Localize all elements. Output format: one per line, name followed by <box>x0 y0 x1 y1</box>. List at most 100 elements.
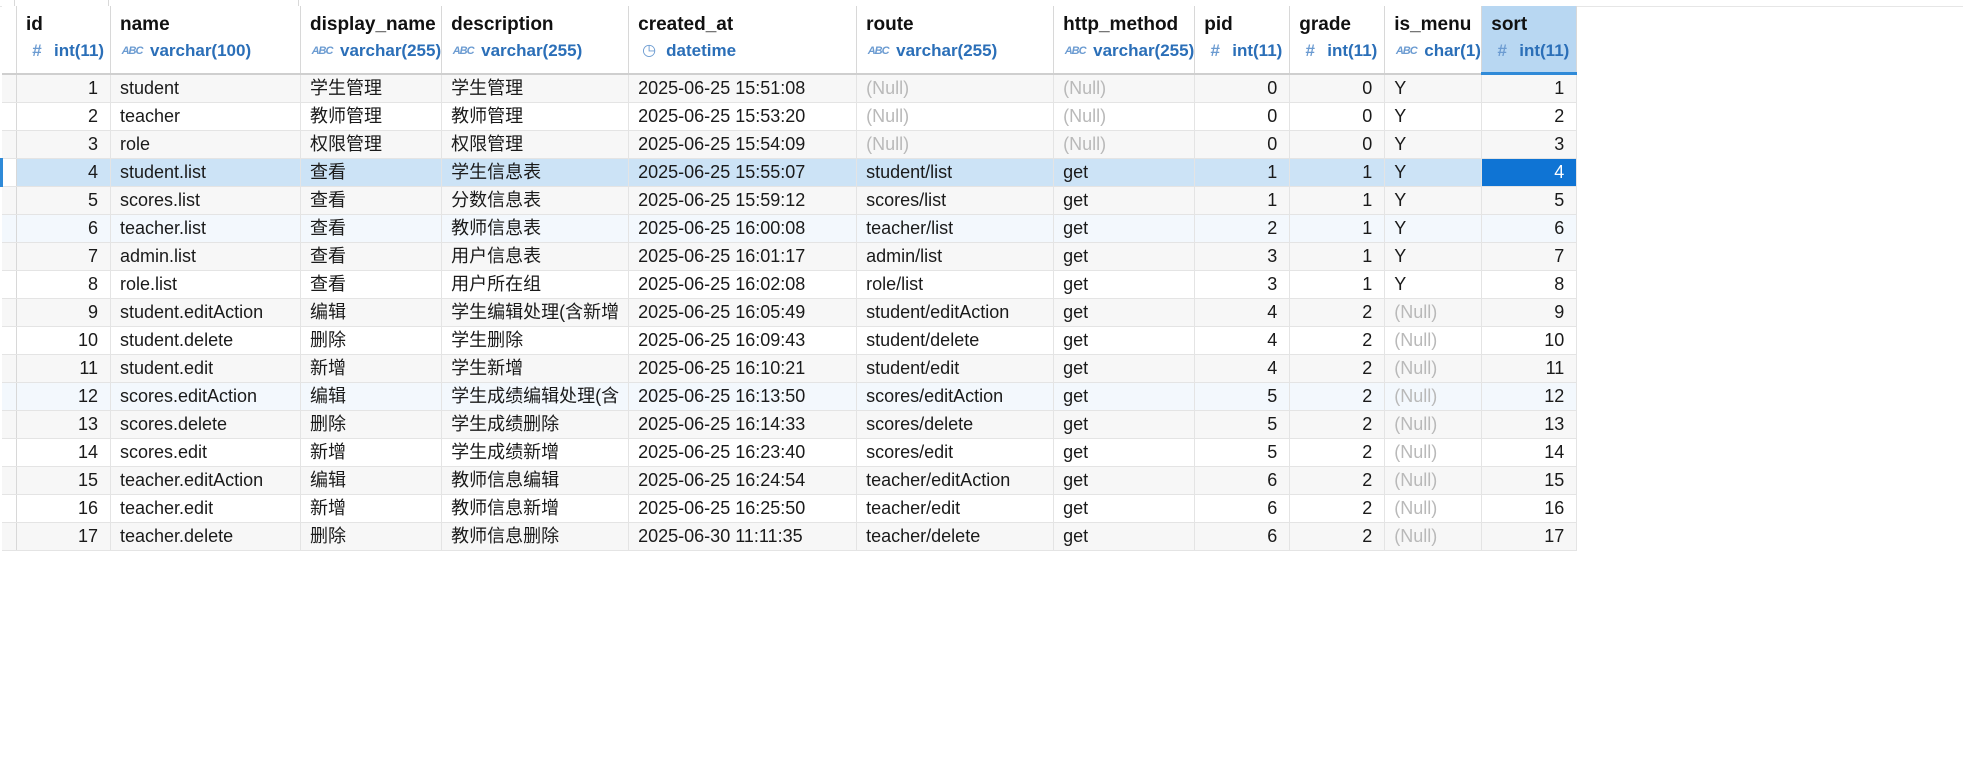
cell-id[interactable]: 4 <box>16 158 111 187</box>
cell-grade[interactable]: 2 <box>1289 466 1386 495</box>
column-header-grade[interactable]: grade # int(11) <box>1289 6 1386 75</box>
cell-http-method[interactable]: (Null) <box>1053 130 1196 159</box>
table-row[interactable]: 9 student.editAction 编辑 学生编辑处理(含新增 2025-06-2… <box>1 298 1578 327</box>
cell-route[interactable]: teacher/edit <box>856 494 1055 523</box>
cell-description[interactable]: 学生信息表 <box>441 158 630 187</box>
cell-http-method[interactable]: get <box>1053 214 1196 243</box>
cell-name[interactable]: scores.delete <box>110 410 301 439</box>
cell-http-method[interactable]: (Null) <box>1053 73 1196 103</box>
cell-pid[interactable]: 0 <box>1194 130 1291 159</box>
row-header[interactable] <box>1 102 17 131</box>
cell-created-at[interactable]: 2025-06-25 15:51:08 <box>628 73 858 103</box>
cell-display-name[interactable]: 查看 <box>300 186 443 215</box>
cell-grade[interactable]: 1 <box>1289 270 1386 299</box>
cell-id[interactable]: 15 <box>16 466 111 495</box>
row-header[interactable] <box>0 158 17 187</box>
cell-name[interactable]: student.edit <box>110 354 301 383</box>
table-row[interactable]: 2 teacher 教师管理 教师管理 2025-06-25 15:53:20 (Null… <box>1 102 1578 131</box>
table-row[interactable]: 4 student.list 查看 学生信息表 2025-06-25 15:55:07 s… <box>0 158 1578 187</box>
cell-created-at[interactable]: 2025-06-25 16:09:43 <box>628 326 858 355</box>
cell-created-at[interactable]: 2025-06-25 16:13:50 <box>628 382 858 411</box>
column-header-name[interactable]: name ABC varchar(100) <box>110 6 301 75</box>
cell-is-menu[interactable]: Y <box>1384 130 1483 159</box>
cell-id[interactable]: 2 <box>16 102 111 131</box>
cell-route[interactable]: student/delete <box>856 326 1055 355</box>
cell-pid[interactable]: 4 <box>1194 326 1291 355</box>
cell-sort[interactable]: 9 <box>1481 298 1578 327</box>
cell-name[interactable]: student <box>110 73 301 103</box>
cell-pid[interactable]: 6 <box>1194 522 1291 551</box>
cell-created-at[interactable]: 2025-06-25 15:54:09 <box>628 130 858 159</box>
cell-grade[interactable]: 2 <box>1289 326 1386 355</box>
cell-name[interactable]: scores.edit <box>110 438 301 467</box>
cell-is-menu[interactable]: (Null) <box>1384 466 1483 495</box>
cell-grade[interactable]: 2 <box>1289 298 1386 327</box>
cell-http-method[interactable]: get <box>1053 242 1196 271</box>
cell-route[interactable]: role/list <box>856 270 1055 299</box>
cell-id[interactable]: 10 <box>16 326 111 355</box>
row-header[interactable] <box>1 186 17 215</box>
cell-description[interactable]: 学生管理 <box>441 73 630 103</box>
cell-is-menu[interactable]: Y <box>1384 73 1483 103</box>
table-row[interactable]: 13 scores.delete 删除 学生成绩删除 2025-06-25 16:14:… <box>1 410 1578 439</box>
cell-display-name[interactable]: 学生管理 <box>300 73 443 103</box>
row-header[interactable] <box>1 438 17 467</box>
cell-display-name[interactable]: 删除 <box>300 410 443 439</box>
cell-id[interactable]: 17 <box>16 522 111 551</box>
cell-created-at[interactable]: 2025-06-30 11:11:35 <box>628 522 858 551</box>
column-header-id[interactable]: id # int(11) <box>16 6 111 75</box>
cell-name[interactable]: scores.list <box>110 186 301 215</box>
row-header[interactable] <box>1 382 17 411</box>
cell-name[interactable]: student.editAction <box>110 298 301 327</box>
cell-id[interactable]: 6 <box>16 214 111 243</box>
table-row[interactable]: 6 teacher.list 查看 教师信息表 2025-06-25 16:00:08 t… <box>1 214 1578 243</box>
cell-sort[interactable]: 13 <box>1481 410 1578 439</box>
cell-display-name[interactable]: 查看 <box>300 214 443 243</box>
cell-description[interactable]: 学生成绩编辑处理(含 <box>441 382 630 411</box>
cell-display-name[interactable]: 权限管理 <box>300 130 443 159</box>
cell-grade[interactable]: 2 <box>1289 382 1386 411</box>
cell-pid[interactable]: 5 <box>1194 438 1291 467</box>
cell-display-name[interactable]: 查看 <box>300 242 443 271</box>
cell-name[interactable]: student.delete <box>110 326 301 355</box>
cell-description[interactable]: 学生新增 <box>441 354 630 383</box>
cell-route[interactable]: scores/list <box>856 186 1055 215</box>
cell-is-menu[interactable]: (Null) <box>1384 438 1483 467</box>
cell-route[interactable]: (Null) <box>856 102 1055 131</box>
cell-sort[interactable]: 1 <box>1481 73 1578 103</box>
row-header-corner[interactable] <box>1 6 17 75</box>
cell-id[interactable]: 11 <box>16 354 111 383</box>
cell-grade[interactable]: 1 <box>1289 186 1386 215</box>
row-header[interactable] <box>1 522 17 551</box>
cell-is-menu[interactable]: (Null) <box>1384 298 1483 327</box>
cell-route[interactable]: student/editAction <box>856 298 1055 327</box>
cell-route[interactable]: student/list <box>856 158 1055 187</box>
row-header[interactable] <box>1 410 17 439</box>
cell-http-method[interactable]: get <box>1053 382 1196 411</box>
cell-is-menu[interactable]: (Null) <box>1384 494 1483 523</box>
cell-sort[interactable]: 4 <box>1481 158 1578 187</box>
row-header[interactable] <box>1 130 17 159</box>
cell-sort[interactable]: 3 <box>1481 130 1578 159</box>
cell-sort[interactable]: 8 <box>1481 270 1578 299</box>
cell-grade[interactable]: 2 <box>1289 438 1386 467</box>
column-header-created-at[interactable]: created_at ◷ datetime <box>628 6 858 75</box>
cell-display-name[interactable]: 查看 <box>300 158 443 187</box>
cell-created-at[interactable]: 2025-06-25 16:14:33 <box>628 410 858 439</box>
cell-http-method[interactable]: get <box>1053 522 1196 551</box>
cell-name[interactable]: teacher <box>110 102 301 131</box>
table-row[interactable]: 11 student.edit 新增 学生新增 2025-06-25 16:10:21 s… <box>1 354 1578 383</box>
cell-name[interactable]: teacher.delete <box>110 522 301 551</box>
cell-http-method[interactable]: get <box>1053 494 1196 523</box>
cell-sort[interactable]: 7 <box>1481 242 1578 271</box>
table-row[interactable]: 1 student 学生管理 学生管理 2025-06-25 15:51:08 (Null… <box>1 73 1578 103</box>
cell-pid[interactable]: 3 <box>1194 242 1291 271</box>
cell-display-name[interactable]: 删除 <box>300 326 443 355</box>
cell-display-name[interactable]: 新增 <box>300 354 443 383</box>
column-header-sort[interactable]: sort # int(11) <box>1481 6 1578 75</box>
cell-sort[interactable]: 5 <box>1481 186 1578 215</box>
cell-description[interactable]: 教师管理 <box>441 102 630 131</box>
column-header-is-menu[interactable]: is_menu ABC char(1) <box>1384 6 1483 75</box>
cell-http-method[interactable]: get <box>1053 326 1196 355</box>
column-header-description[interactable]: description ABC varchar(255) <box>441 6 630 75</box>
